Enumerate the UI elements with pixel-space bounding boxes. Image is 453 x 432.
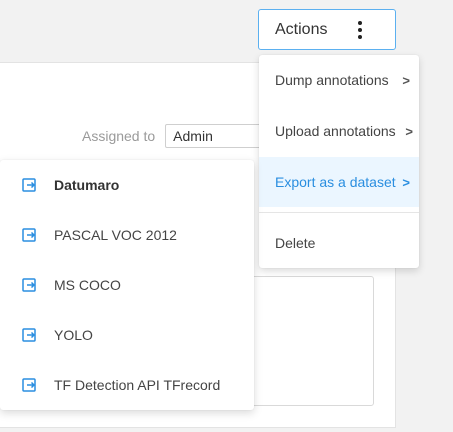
chevron-right-icon: > [405, 123, 413, 139]
export-format-ms-coco[interactable]: MS COCO [0, 260, 254, 310]
export-icon [22, 178, 36, 192]
menu-item-label: Delete [275, 235, 316, 251]
menu-item-label: Export as a dataset [275, 174, 396, 190]
export-format-datumaro[interactable]: Datumaro [0, 160, 254, 210]
export-format-pascal-voc[interactable]: PASCAL VOC 2012 [0, 210, 254, 260]
chevron-right-icon: > [402, 72, 410, 88]
actions-menu: Dump annotations > Upload annotations > … [259, 55, 419, 268]
menu-item-export-dataset[interactable]: Export as a dataset > [259, 157, 419, 207]
actions-label: Actions [275, 20, 328, 38]
export-format-label: Datumaro [54, 177, 120, 193]
export-icon [22, 278, 36, 292]
export-format-label: PASCAL VOC 2012 [54, 227, 177, 243]
menu-item-label: Dump annotations [275, 72, 389, 88]
menu-item-upload-annotations[interactable]: Upload annotations > [259, 106, 419, 156]
more-vertical-icon [358, 21, 362, 39]
export-format-label: TF Detection API TFrecord [54, 377, 221, 393]
export-format-label: MS COCO [54, 277, 121, 293]
page: Assigned to Admin Actions Dump annotatio… [0, 0, 453, 432]
export-format-submenu: Datumaro PASCAL VOC 2012 MS COCO YOLO TF… [0, 160, 254, 410]
assignee-select[interactable]: Admin [165, 124, 266, 148]
assigned-to-label: Assigned to [82, 128, 156, 144]
export-format-tf-detection[interactable]: TF Detection API TFrecord [0, 360, 254, 410]
export-format-yolo[interactable]: YOLO [0, 310, 254, 360]
assignee-field: Assigned to Admin [82, 124, 266, 148]
assignee-value: Admin [173, 128, 213, 144]
menu-item-delete[interactable]: Delete [259, 218, 419, 268]
menu-divider [259, 212, 419, 213]
actions-button[interactable]: Actions [258, 9, 396, 50]
export-icon [22, 328, 36, 342]
export-icon [22, 228, 36, 242]
export-icon [22, 378, 36, 392]
menu-item-label: Upload annotations [275, 123, 396, 139]
export-format-label: YOLO [54, 327, 93, 343]
chevron-right-icon: > [402, 174, 410, 190]
menu-item-dump-annotations[interactable]: Dump annotations > [259, 55, 419, 105]
